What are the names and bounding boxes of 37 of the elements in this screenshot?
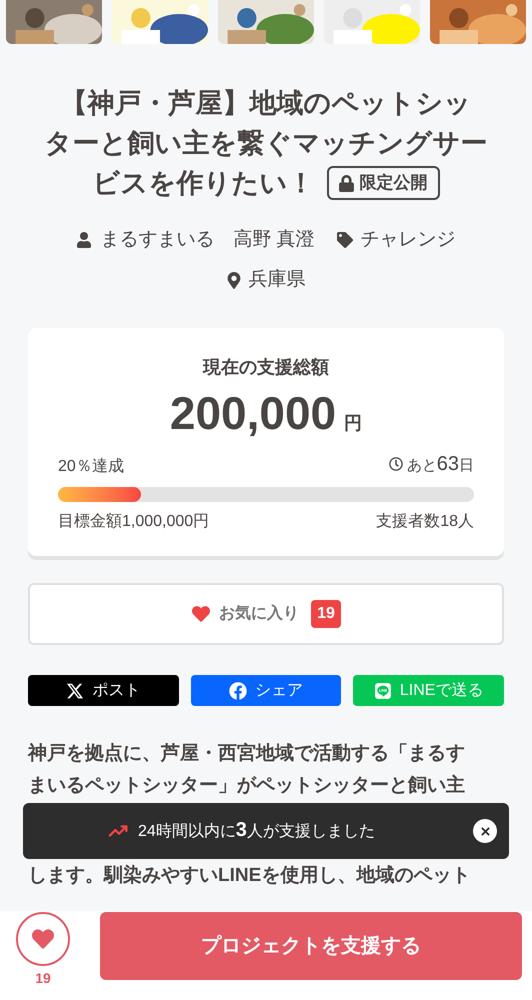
description-text: 神戸を拠点に、芦屋・西宮地域で活動する「まるす — [28, 742, 466, 766]
close-icon — [480, 826, 490, 836]
x-logo-icon — [66, 682, 84, 700]
backer-count: 支援者数18人 — [376, 512, 474, 532]
heart-icon — [191, 605, 212, 623]
favorite-circle-button[interactable] — [16, 912, 70, 966]
location-pin-icon — [226, 272, 240, 288]
location-text[interactable]: 兵庫県 — [248, 266, 306, 294]
support-button[interactable]: プロジェクトを支援する — [100, 912, 522, 980]
lock-icon — [338, 174, 354, 192]
achievement-text: 20％達成 — [58, 456, 124, 477]
clock-icon — [388, 457, 403, 471]
funding-label: 現在の支援総額 — [202, 356, 330, 379]
toast-message: 24時間以内に3人が支援しました — [138, 818, 375, 843]
description-text: まいるペットシッター」がペットシッターと飼い主 — [28, 774, 466, 798]
currency-unit: 円 — [344, 412, 362, 435]
chat-bubble-icon — [374, 682, 392, 700]
owner-name[interactable]: まるすまいる 高野 真澄 — [100, 226, 315, 254]
category-text[interactable]: チャレンジ — [360, 226, 456, 254]
goal-amount: 目標金額1,000,000円 — [58, 512, 210, 532]
facebook-logo-icon — [229, 682, 247, 700]
remaining-days: あと 63日 — [406, 449, 474, 479]
project-title: 【神戸・芦屋】地域のペットシッ — [60, 87, 472, 120]
project-title: ビスを作りたい！ — [92, 167, 314, 200]
favorite-button[interactable]: お気に入り 19 — [28, 583, 504, 645]
favorite-count: 19 — [311, 600, 341, 628]
share-button[interactable]: ポスト — [28, 675, 179, 706]
favorite-count: 19 — [35, 969, 51, 988]
project-title: ターと飼い主を繋ぐマッチングサー — [44, 127, 488, 160]
person-icon — [76, 232, 92, 248]
close-button[interactable] — [473, 819, 497, 843]
heart-icon — [31, 928, 55, 950]
description-text: します。馴染みやすいLINEを使用し、地域のペット — [28, 864, 472, 888]
share-button[interactable]: シェア — [190, 675, 342, 706]
funding-amount: 200,000 — [170, 386, 336, 441]
limited-badge: 限定公開 — [326, 166, 440, 200]
tag-icon — [336, 232, 353, 248]
